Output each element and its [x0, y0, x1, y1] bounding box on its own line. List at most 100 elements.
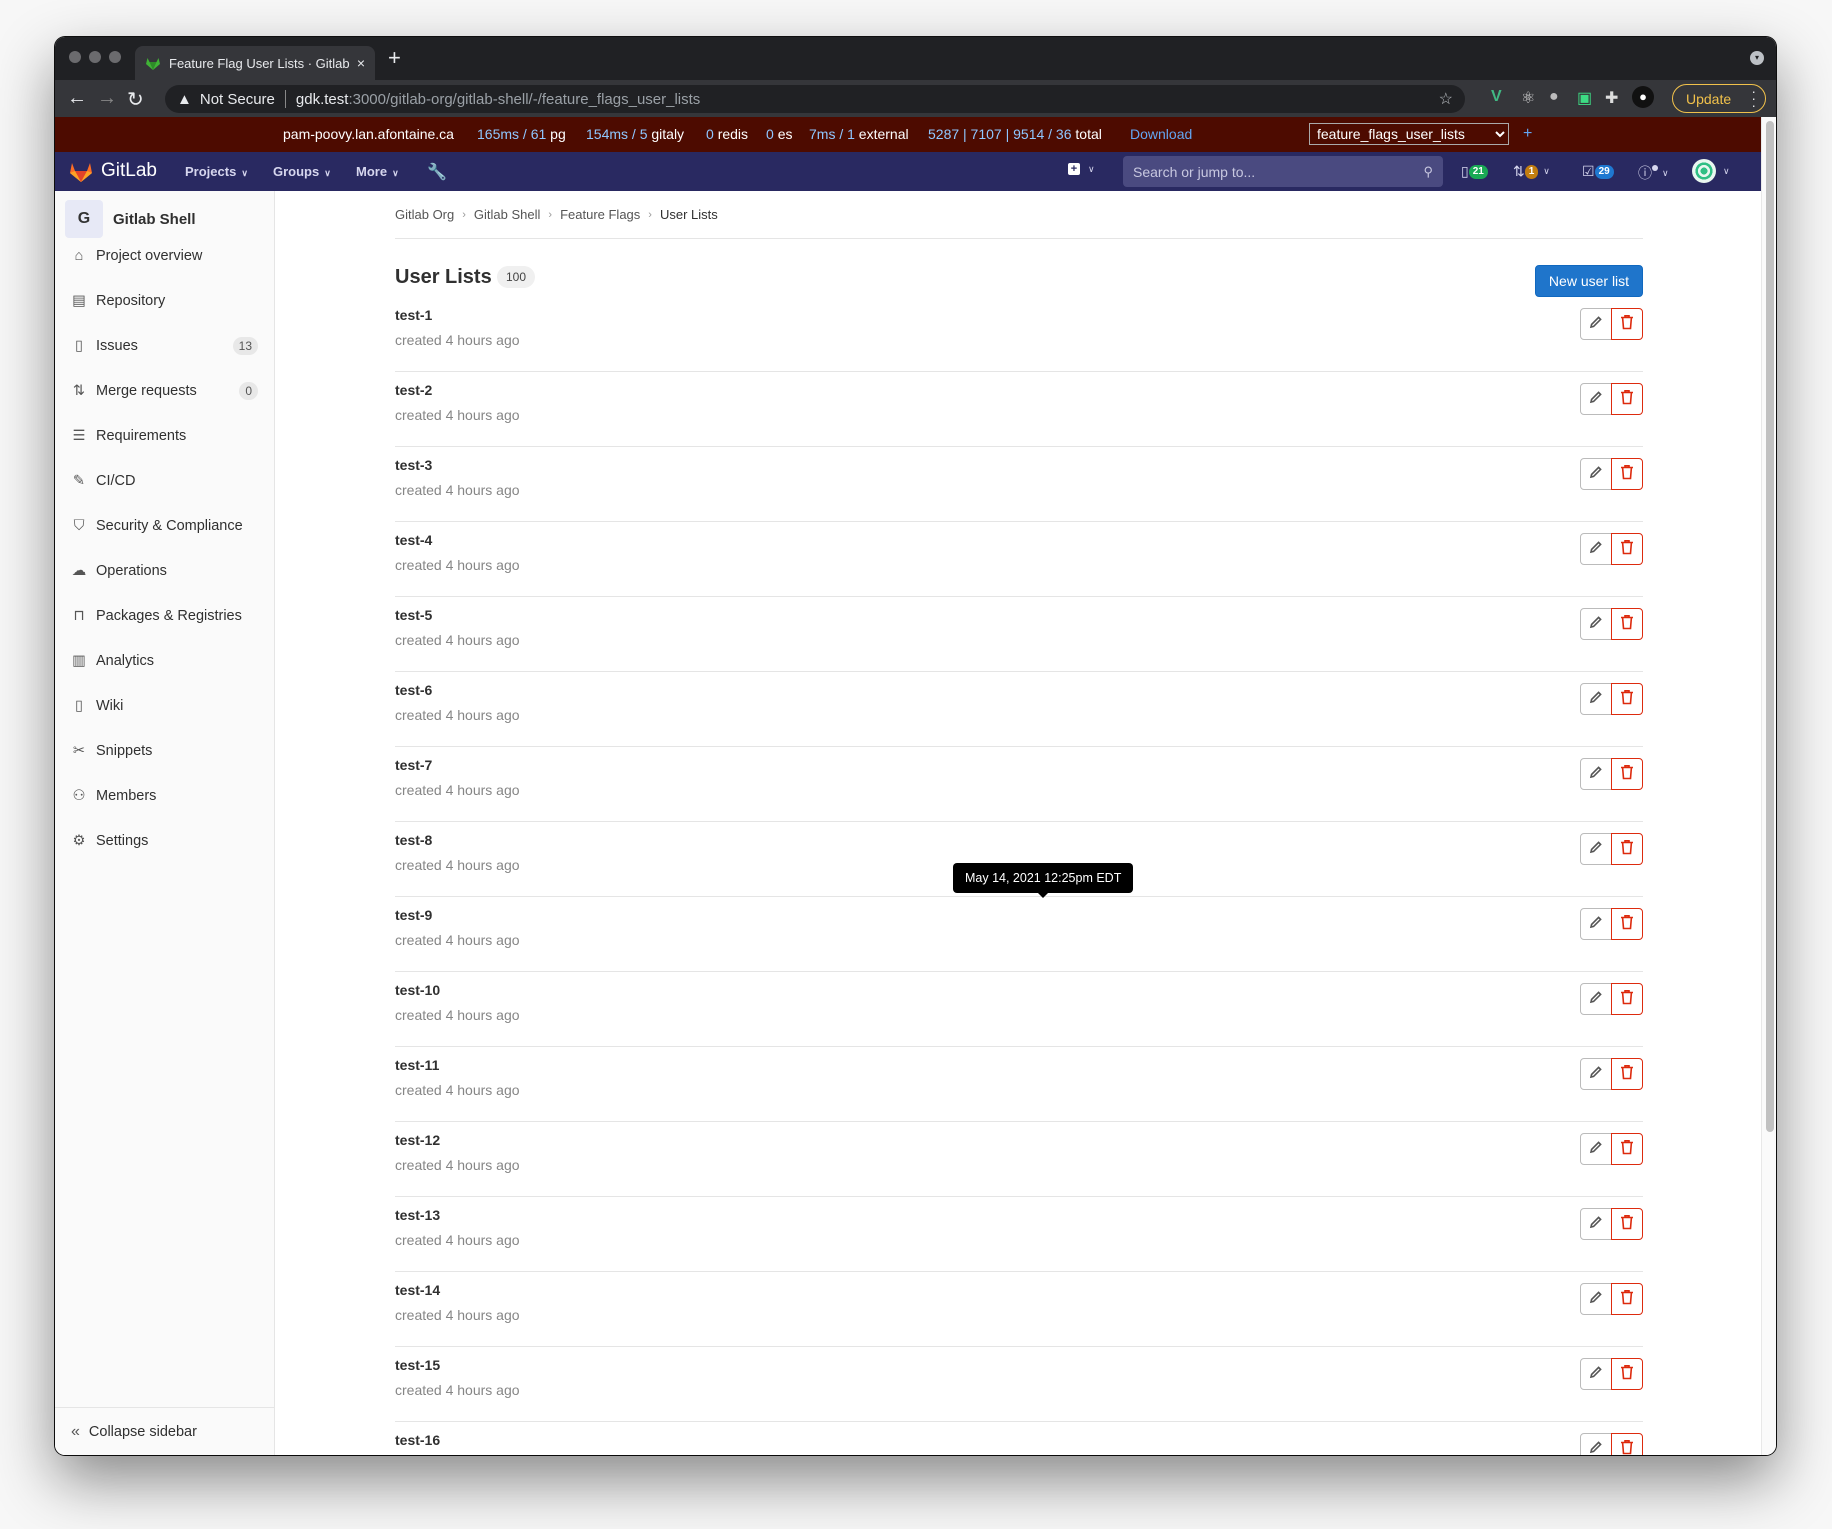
user-menu[interactable]: ∨: [1692, 159, 1730, 183]
delete-button[interactable]: [1611, 1283, 1643, 1315]
edit-button[interactable]: [1580, 683, 1612, 715]
user-list-name[interactable]: test-13: [395, 1207, 440, 1223]
breadcrumb-item[interactable]: Feature Flags: [560, 207, 640, 222]
react-devtools-icon[interactable]: ⚛: [1521, 88, 1535, 108]
user-list-name[interactable]: test-3: [395, 457, 432, 473]
edit-button[interactable]: [1580, 1358, 1612, 1390]
project-header[interactable]: G Gitlab Shell: [65, 200, 196, 238]
edit-button[interactable]: [1580, 533, 1612, 565]
scrollbar-thumb[interactable]: [1766, 121, 1774, 1132]
user-list-name[interactable]: test-16: [395, 1432, 440, 1448]
edit-button[interactable]: [1580, 1133, 1612, 1165]
new-dropdown[interactable]: + ∨: [1068, 163, 1095, 175]
browser-tab[interactable]: Feature Flag User Lists · Gitlab ×: [135, 46, 375, 80]
delete-button[interactable]: [1611, 458, 1643, 490]
user-list-name[interactable]: test-7: [395, 757, 432, 773]
edit-button[interactable]: [1580, 983, 1612, 1015]
user-list-name[interactable]: test-12: [395, 1132, 440, 1148]
edit-button[interactable]: [1580, 608, 1612, 640]
tab-search-icon[interactable]: ▾: [1750, 51, 1764, 65]
user-list-name[interactable]: test-4: [395, 532, 432, 548]
sidebar-item-security-compliance[interactable]: ⛉ Security & Compliance: [55, 506, 274, 546]
perf-external[interactable]: 7ms / 1 external: [809, 126, 909, 142]
reload-icon[interactable]: ↻: [127, 87, 144, 112]
sidebar-item-analytics[interactable]: ▥ Analytics: [55, 641, 274, 681]
delete-button[interactable]: [1611, 833, 1643, 865]
forward-icon[interactable]: →: [97, 87, 117, 110]
user-list-name[interactable]: test-6: [395, 682, 432, 698]
more-menu[interactable]: More ∨: [356, 164, 399, 179]
delete-button[interactable]: [1611, 383, 1643, 415]
merge-requests-nav-link[interactable]: ⇅ 1 ∨: [1513, 163, 1550, 180]
search-input[interactable]: Search or jump to... ⚲: [1123, 156, 1443, 187]
perf-gitaly[interactable]: 154ms / 5 gitaly: [586, 126, 684, 142]
address-bar[interactable]: ▲ Not Secure gdk.test :3000/gitlab-org/g…: [165, 85, 1465, 113]
todos-nav-link[interactable]: ☑ 29: [1582, 163, 1614, 180]
new-tab-button[interactable]: +: [388, 45, 401, 71]
profile-icon[interactable]: ●: [1632, 86, 1654, 108]
extension-ghost-icon[interactable]: ●: [1549, 88, 1559, 106]
sidebar-item-operations[interactable]: ☁ Operations: [55, 551, 274, 591]
user-list-name[interactable]: test-9: [395, 907, 432, 923]
bookmark-star-icon[interactable]: ☆: [1439, 89, 1453, 109]
sidebar-item-settings[interactable]: ⚙ Settings: [55, 821, 274, 861]
sidebar-item-packages-registries[interactable]: ⊓ Packages & Registries: [55, 596, 274, 636]
breadcrumb-item[interactable]: Gitlab Shell: [474, 207, 540, 222]
menu-dots-icon[interactable]: · · ·: [1751, 84, 1756, 112]
page-scrollbar[interactable]: [1761, 117, 1776, 1455]
edit-button[interactable]: [1580, 833, 1612, 865]
perf-request-select[interactable]: feature_flags_user_lists: [1309, 123, 1509, 145]
user-list-name[interactable]: test-8: [395, 832, 432, 848]
gitlab-home-link[interactable]: GitLab: [69, 160, 157, 182]
user-list-name[interactable]: test-14: [395, 1282, 440, 1298]
update-button[interactable]: Update · · ·: [1672, 84, 1766, 113]
sidebar-item-members[interactable]: ⚇ Members: [55, 776, 274, 816]
sidebar-item-merge-requests[interactable]: ⇅ Merge requests 0: [55, 371, 274, 411]
perf-pg[interactable]: 165ms / 61 pg: [477, 126, 566, 142]
close-window-button[interactable]: [69, 51, 81, 63]
sidebar-item-issues[interactable]: ▯ Issues 13: [55, 326, 274, 366]
delete-button[interactable]: [1611, 983, 1643, 1015]
issues-nav-link[interactable]: ▯ 21: [1461, 163, 1488, 180]
edit-button[interactable]: [1580, 308, 1612, 340]
delete-button[interactable]: [1611, 908, 1643, 940]
perf-add-request-button[interactable]: +: [1523, 125, 1532, 143]
edit-button[interactable]: [1580, 1433, 1612, 1455]
collapse-sidebar-button[interactable]: « Collapse sidebar: [55, 1407, 274, 1455]
perf-es[interactable]: 0 es: [766, 126, 792, 142]
extension-app-icon[interactable]: ▣: [1577, 88, 1592, 108]
breadcrumb-item[interactable]: Gitlab Org: [395, 207, 454, 222]
help-menu[interactable]: ⓘ ∨: [1638, 163, 1669, 183]
vue-devtools-icon[interactable]: V: [1491, 88, 1502, 106]
maximize-window-button[interactable]: [109, 51, 121, 63]
perf-download-link[interactable]: Download: [1130, 126, 1192, 142]
sidebar-item-wiki[interactable]: ▯ Wiki: [55, 686, 274, 726]
projects-menu[interactable]: Projects ∨: [185, 164, 248, 179]
delete-button[interactable]: [1611, 1208, 1643, 1240]
delete-button[interactable]: [1611, 1133, 1643, 1165]
delete-button[interactable]: [1611, 608, 1643, 640]
admin-wrench-icon[interactable]: 🔧: [427, 162, 447, 182]
user-list-name[interactable]: test-10: [395, 982, 440, 998]
edit-button[interactable]: [1580, 758, 1612, 790]
groups-menu[interactable]: Groups ∨: [273, 164, 331, 179]
breadcrumb-current[interactable]: User Lists: [660, 207, 718, 222]
sidebar-item-project-overview[interactable]: ⌂ Project overview: [55, 236, 274, 276]
extensions-puzzle-icon[interactable]: ✚: [1605, 88, 1618, 108]
edit-button[interactable]: [1580, 1283, 1612, 1315]
edit-button[interactable]: [1580, 383, 1612, 415]
user-list-name[interactable]: test-2: [395, 382, 432, 398]
new-user-list-button[interactable]: New user list: [1535, 265, 1643, 297]
close-tab-icon[interactable]: ×: [357, 55, 365, 71]
user-list-name[interactable]: test-11: [395, 1057, 439, 1073]
user-list-name[interactable]: test-15: [395, 1357, 440, 1373]
sidebar-item-ci-cd[interactable]: ✎ CI/CD: [55, 461, 274, 501]
sidebar-item-snippets[interactable]: ✂ Snippets: [55, 731, 274, 771]
delete-button[interactable]: [1611, 308, 1643, 340]
delete-button[interactable]: [1611, 1358, 1643, 1390]
back-icon[interactable]: ←: [67, 87, 87, 110]
delete-button[interactable]: [1611, 758, 1643, 790]
minimize-window-button[interactable]: [89, 51, 101, 63]
edit-button[interactable]: [1580, 1058, 1612, 1090]
delete-button[interactable]: [1611, 683, 1643, 715]
